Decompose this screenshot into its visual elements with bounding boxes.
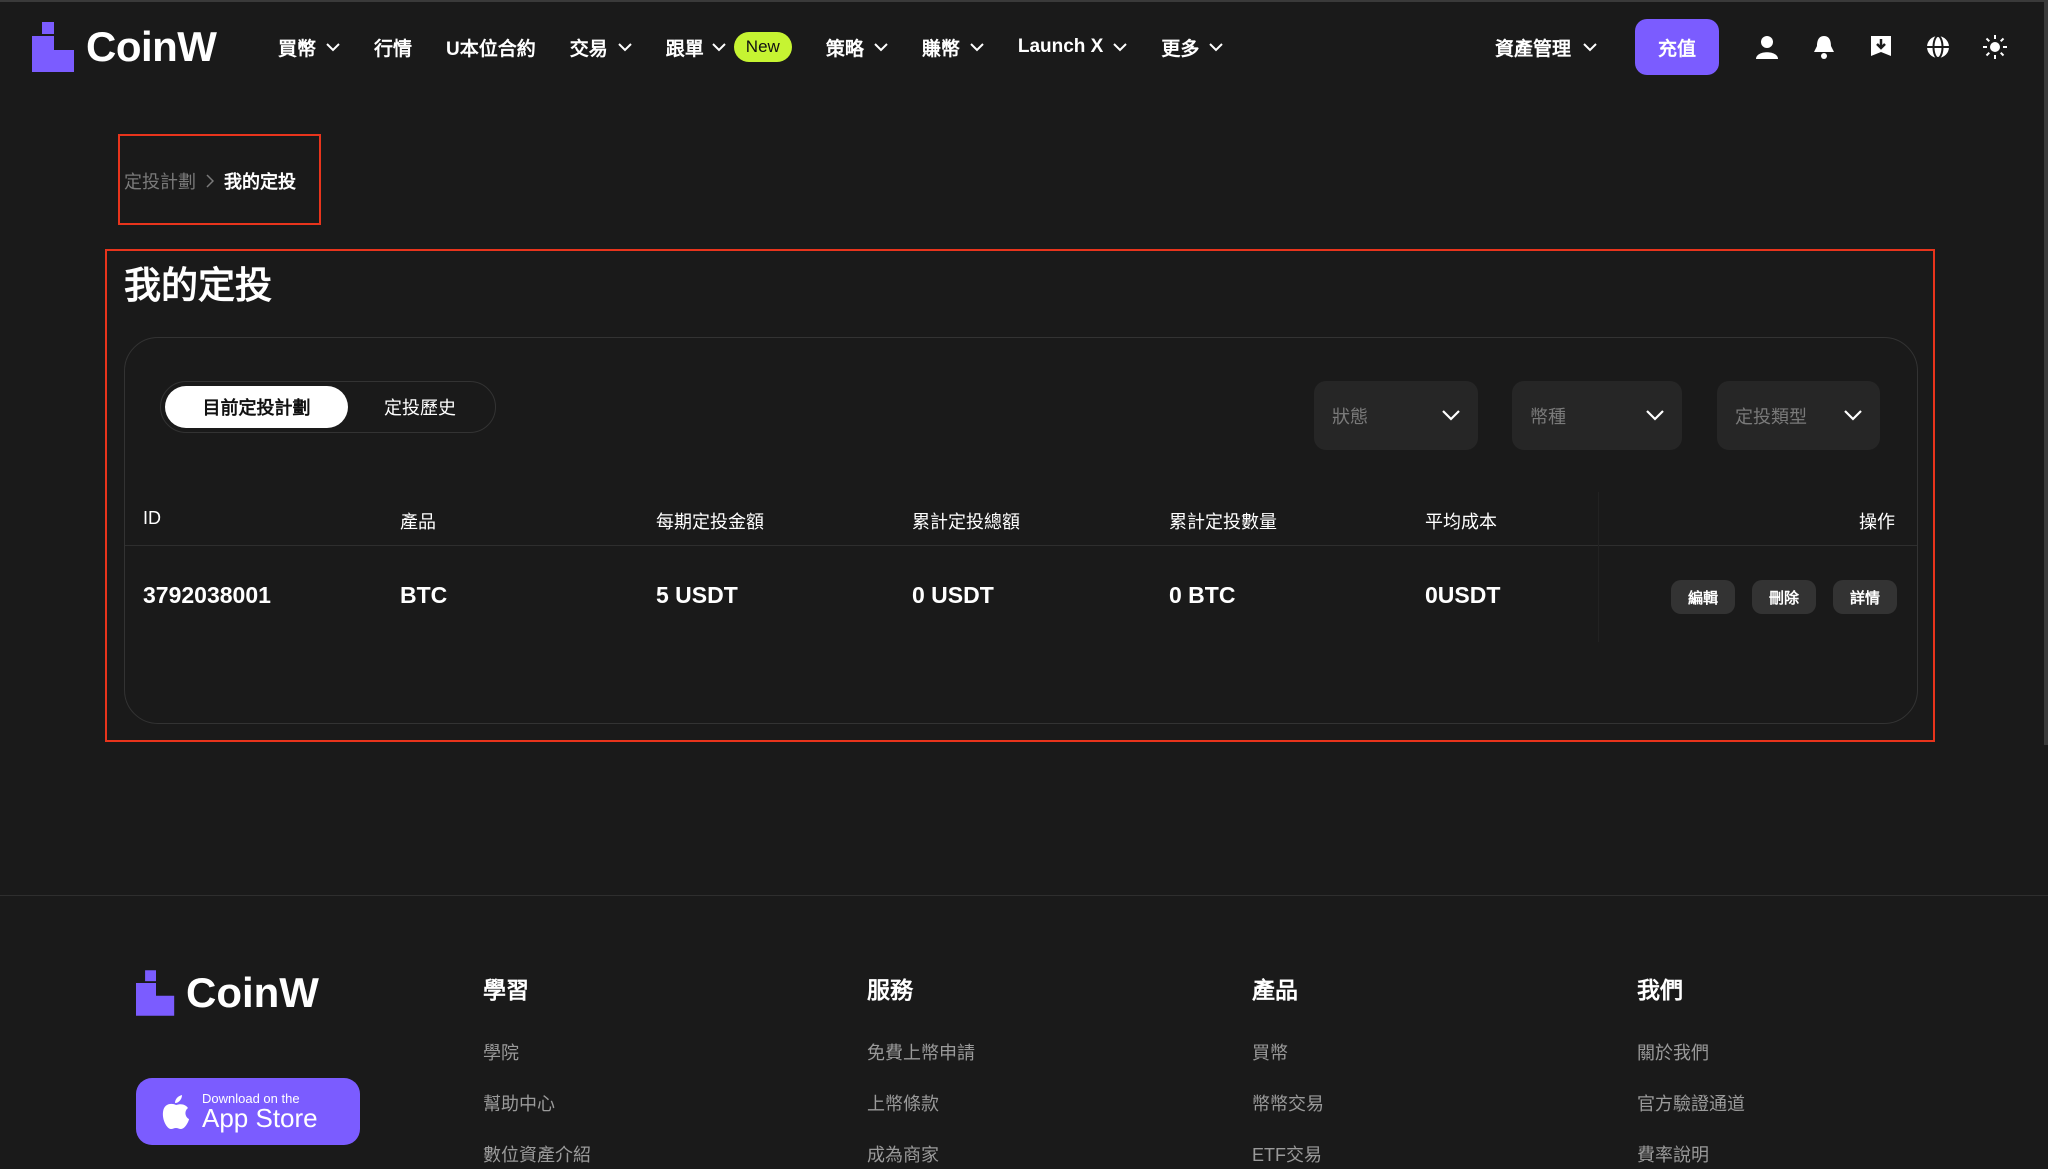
chevron-down-icon <box>618 42 632 52</box>
app-store-button[interactable]: Download on the App Store <box>136 1078 360 1145</box>
nav-label: U本位合約 <box>446 38 536 60</box>
chevron-down-icon <box>326 42 340 52</box>
chevron-down-icon <box>1113 42 1128 52</box>
chevron-down-icon <box>712 42 726 52</box>
new-badge: New <box>733 32 792 62</box>
nav-item-trade[interactable]: 交易 <box>570 34 632 61</box>
cell-per-period: 5 USDT <box>656 582 738 608</box>
footer-link[interactable]: 學院 <box>483 1039 519 1065</box>
plan-type-filter[interactable]: 定投類型 <box>1717 381 1880 450</box>
footer-link[interactable]: 關於我們 <box>1637 1039 1709 1065</box>
footer-link[interactable]: 成為商家 <box>867 1141 939 1167</box>
chevron-down-icon <box>1844 410 1862 421</box>
sun-icon[interactable] <box>1982 34 2008 60</box>
nav-label: Launch X <box>1017 36 1104 57</box>
bell-icon[interactable] <box>1811 34 1837 60</box>
status-filter-label: 狀態 <box>1332 406 1368 427</box>
delete-button[interactable]: 刪除 <box>1752 580 1816 614</box>
table-header-total-amount: 累計定投總額 <box>912 512 1020 532</box>
breadcrumb-parent[interactable]: 定投計劃 <box>124 168 196 194</box>
footer-column-title: 產品 <box>1252 977 1298 1003</box>
footer-link[interactable]: 上幣條款 <box>867 1090 939 1116</box>
footer-link[interactable]: 買幣 <box>1252 1039 1288 1065</box>
cell-total-amount: 0 USDT <box>912 582 994 608</box>
nav-label: 買幣 <box>278 38 317 60</box>
table-header-product: 產品 <box>400 512 436 532</box>
app-store-big-text: App Store <box>202 1103 318 1133</box>
chevron-down-icon <box>874 42 888 52</box>
nav-item-strategy[interactable]: 策略 <box>826 34 888 61</box>
tab-plan-history[interactable]: 定投歷史 <box>365 386 475 428</box>
cell-product: BTC <box>400 582 448 608</box>
footer-link[interactable]: 數位資產介紹 <box>483 1141 591 1167</box>
cell-avg-cost: 0USDT <box>1425 582 1501 608</box>
sticky-column-divider <box>1598 492 1599 642</box>
deposit-button[interactable]: 充值 <box>1635 19 1719 75</box>
footer-link[interactable]: 幣幣交易 <box>1252 1090 1324 1116</box>
footer-link[interactable]: 幫助中心 <box>483 1090 555 1116</box>
coinw-logo-icon <box>136 970 175 1016</box>
chevron-down-icon <box>1646 410 1664 421</box>
page-title: 我的定投 <box>124 265 272 306</box>
coinw-logo-icon <box>32 22 74 72</box>
nav-label: 跟單 <box>665 38 704 60</box>
footer-link[interactable]: 官方驗證通道 <box>1637 1090 1745 1116</box>
cell-id: 3792038001 <box>143 582 271 608</box>
breadcrumb-current: 我的定投 <box>224 172 296 192</box>
nav-item-markets[interactable]: 行情 <box>374 34 412 61</box>
scrollbar[interactable] <box>2044 0 2048 745</box>
apple-icon <box>162 1094 190 1129</box>
footer-divider <box>0 895 2048 896</box>
footer-column-title: 學習 <box>483 977 529 1003</box>
user-icon[interactable] <box>1754 34 1780 60</box>
coin-filter-label: 幣種 <box>1530 406 1566 427</box>
nav-item-copy-trading[interactable]: 跟單 New <box>666 32 792 62</box>
logo-text: CoinW <box>86 23 217 70</box>
table-header-divider <box>125 545 1917 546</box>
chevron-down-icon <box>1583 43 1597 52</box>
footer-link[interactable]: 免費上幣申請 <box>867 1039 975 1065</box>
status-filter[interactable]: 狀態 <box>1314 381 1478 450</box>
chevron-down-icon <box>970 42 984 52</box>
cell-total-qty: 0 BTC <box>1169 582 1236 608</box>
coin-filter[interactable]: 幣種 <box>1512 381 1682 450</box>
nav-label: 更多 <box>1161 38 1200 60</box>
table-header-total-qty: 累計定投數量 <box>1169 512 1277 532</box>
nav-label: 行情 <box>374 38 413 60</box>
table-header-per-period: 每期定投金額 <box>656 512 764 532</box>
coinw-logo[interactable]: CoinW <box>32 22 217 72</box>
main-menu: 買幣 行情 U本位合約 交易 跟單 New 策略 賺幣 Launch X 更多 <box>278 0 1257 94</box>
table-header-actions: 操作 <box>1859 512 1895 532</box>
nav-label: 策略 <box>825 38 864 60</box>
nav-item-launch-x[interactable]: Launch X <box>1018 36 1128 58</box>
nav-item-more[interactable]: 更多 <box>1161 34 1224 61</box>
details-button[interactable]: 詳情 <box>1833 580 1897 614</box>
nav-item-buy-crypto[interactable]: 買幣 <box>278 34 340 61</box>
breadcrumb: 定投計劃 我的定投 <box>124 168 296 194</box>
app-store-text: Download on the App Store <box>202 1092 318 1131</box>
footer-logo[interactable]: CoinW <box>136 969 319 1017</box>
nav-item-earn[interactable]: 賺幣 <box>922 34 984 61</box>
nav-item-usdt-futures[interactable]: U本位合約 <box>446 34 536 61</box>
asset-management-label: 資產管理 <box>1495 39 1572 60</box>
chevron-down-icon <box>1209 42 1224 52</box>
globe-icon[interactable] <box>1925 34 1951 60</box>
tab-switcher: 目前定投計劃 定投歷史 <box>160 381 496 433</box>
chevron-down-icon <box>1442 410 1460 421</box>
edit-button[interactable]: 編輯 <box>1671 580 1735 614</box>
plan-type-filter-label: 定投類型 <box>1735 406 1807 427</box>
footer-link[interactable]: ETF交易 <box>1252 1141 1322 1167</box>
footer-column-title: 服務 <box>867 977 913 1003</box>
nav-label: 賺幣 <box>921 38 960 60</box>
asset-management-menu[interactable]: 資產管理 <box>1495 34 1597 61</box>
tab-current-plans[interactable]: 目前定投計劃 <box>165 386 348 428</box>
table-header-avg-cost: 平均成本 <box>1425 512 1497 532</box>
table-header-id: ID <box>143 508 161 528</box>
footer-link[interactable]: 費率說明 <box>1637 1141 1709 1167</box>
footer-logo-text: CoinW <box>186 969 319 1016</box>
chevron-right-icon <box>206 174 214 188</box>
nav-label: 交易 <box>569 38 608 60</box>
footer-column-title: 我們 <box>1637 977 1683 1003</box>
download-icon[interactable] <box>1868 34 1894 60</box>
